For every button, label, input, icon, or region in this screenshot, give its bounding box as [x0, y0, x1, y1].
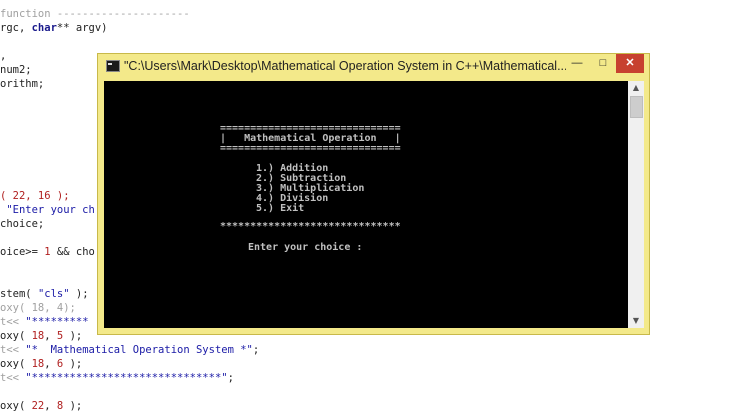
vertical-scrollbar[interactable]: ▲ ▼ [628, 81, 644, 328]
minimize-button[interactable]: — [564, 54, 590, 73]
code-line: "Enter your ch [6, 204, 95, 216]
code-line: ( 22, 16 ); [0, 190, 70, 202]
code-line: t<< "* Mathematical Operation System *"; [0, 344, 260, 356]
console-window[interactable]: "C:\Users\Mark\Desktop\Mathematical Oper… [97, 53, 650, 335]
code-line: , [0, 50, 7, 62]
code-line: orithm; [0, 78, 45, 90]
close-button[interactable]: ✕ [616, 54, 644, 73]
scroll-up-arrow-icon[interactable]: ▲ [628, 81, 644, 95]
code-line: stem( "cls" ); [0, 288, 89, 300]
scrollbar-thumb[interactable] [630, 96, 643, 118]
bottom-rule: ****************************** [220, 221, 401, 232]
code-line: oxy( 22, 8 ); [0, 400, 83, 412]
choice-prompt: Enter your choice : [248, 242, 363, 253]
console-output[interactable]: ============================== | Mathema… [104, 81, 628, 328]
code-line: rgc, char** argv) [0, 22, 108, 34]
code-line: choice; [0, 218, 45, 230]
menu-item-exit: 5.) Exit [256, 203, 305, 214]
code-line: function --------------------- [0, 8, 190, 20]
code-line: oxy( 18, 4); [0, 302, 76, 314]
code-line: oxy( 18, 6 ); [0, 358, 83, 370]
header-rule: ============================== [220, 143, 401, 154]
scroll-down-arrow-icon[interactable]: ▼ [628, 314, 644, 328]
code-line: oice>= 1 && cho [0, 246, 95, 258]
code-line: oxy( 18, 5 ); [0, 330, 83, 342]
title-bar[interactable]: "C:\Users\Mark\Desktop\Mathematical Oper… [98, 54, 649, 80]
window-title: "C:\Users\Mark\Desktop\Mathematical Oper… [124, 59, 566, 73]
code-line: t<< "********* [0, 316, 89, 328]
console-client-area: ============================== | Mathema… [104, 81, 644, 328]
code-line: num2; [0, 64, 32, 76]
code-line: t<< "******************************"; [0, 372, 234, 384]
maximize-button[interactable]: □ [590, 54, 616, 73]
console-app-icon [106, 60, 120, 72]
